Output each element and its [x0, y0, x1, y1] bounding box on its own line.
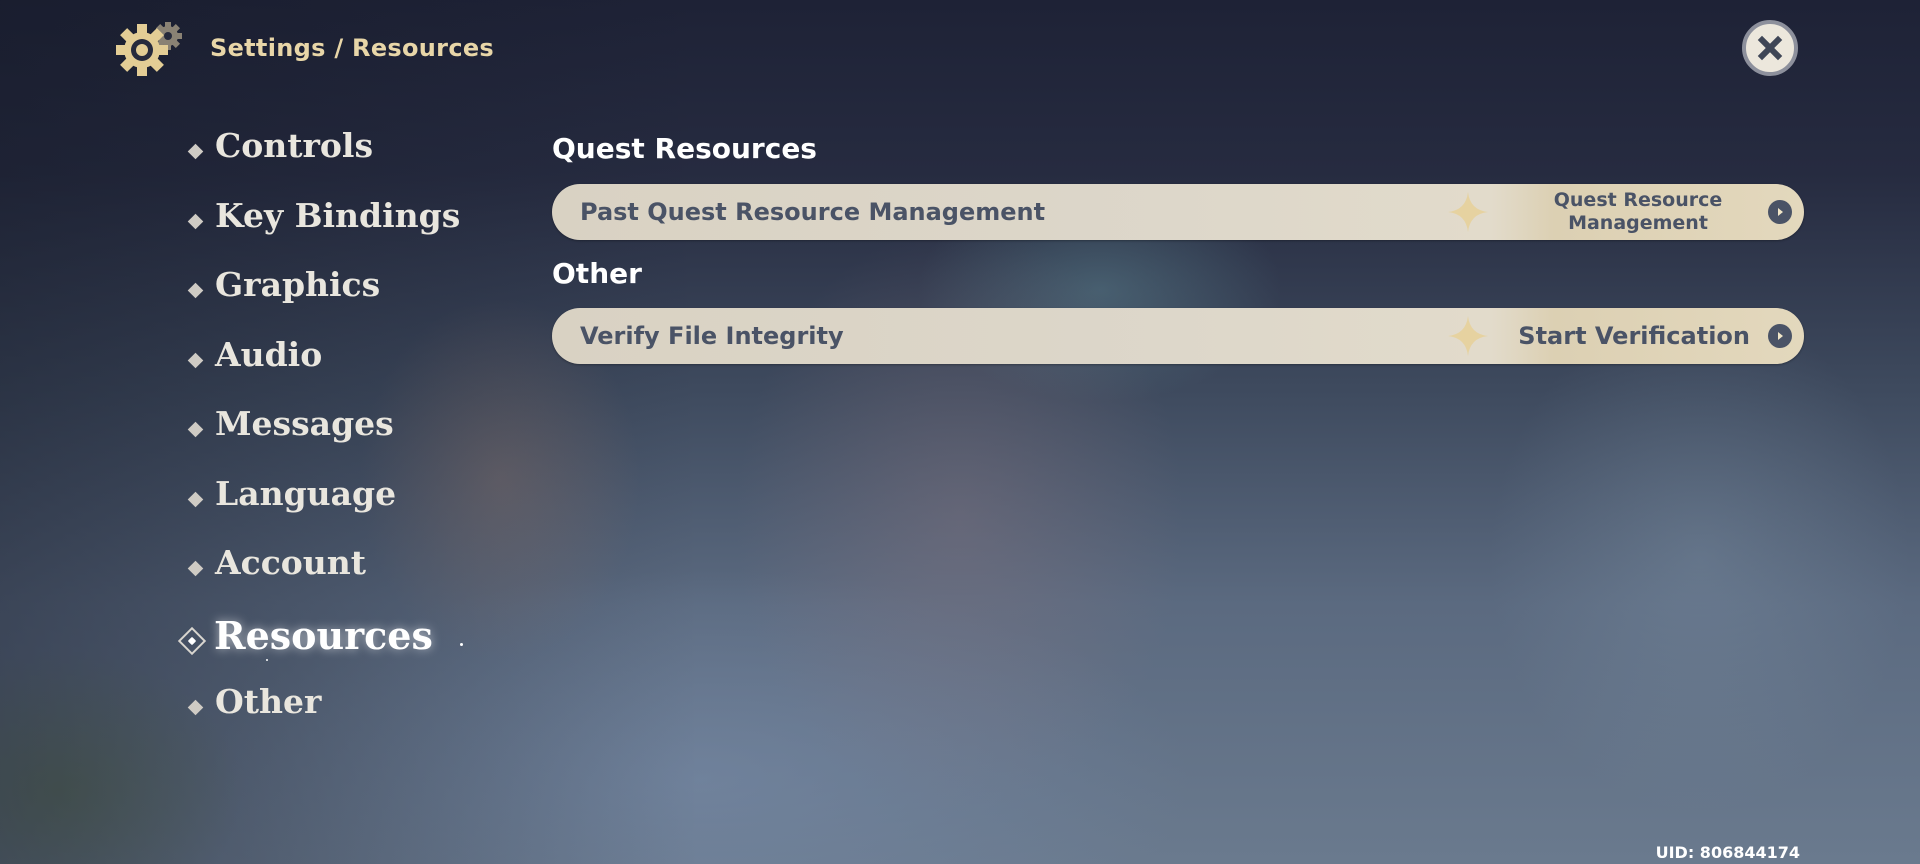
- close-icon: [1757, 35, 1783, 61]
- sidebar-item-resources[interactable]: Resources: [177, 612, 463, 683]
- arrow-right-circle-icon[interactable]: [1768, 200, 1792, 224]
- section-title-quest-resources: Quest Resources: [552, 132, 817, 165]
- sidebar-item-label: Other: [215, 682, 322, 721]
- sidebar-item-controls[interactable]: Controls: [186, 126, 460, 196]
- sidebar-item-graphics[interactable]: Graphics: [186, 265, 460, 335]
- diamond-bullet-icon: [187, 699, 204, 716]
- breadcrumb: Settings / Resources: [210, 34, 495, 62]
- sidebar-item-label: Key Bindings: [215, 195, 461, 235]
- settings-sidebar: Controls Key Bindings Graphics Audio Mes…: [177, 126, 463, 752]
- sidebar-item-label: Account: [215, 543, 367, 582]
- sidebar-item-label: Graphics: [215, 265, 381, 304]
- sidebar-item-other[interactable]: Other: [186, 682, 460, 752]
- diamond-bullet-icon: [187, 491, 204, 507]
- action-label-line: Quest Resource: [1553, 189, 1723, 211]
- start-verification-button[interactable]: Start Verification: [1518, 308, 1750, 364]
- section-title-other: Other: [552, 257, 642, 290]
- sidebar-item-label: Messages: [215, 404, 394, 443]
- settings-header: Settings / Resources: [112, 18, 494, 78]
- row-label: Verify File Integrity: [580, 322, 844, 350]
- star-decoration-icon: [1448, 316, 1488, 356]
- sidebar-item-label: Controls: [215, 126, 374, 165]
- sidebar-item-account[interactable]: Account: [186, 543, 460, 613]
- sparkle-decoration: [266, 658, 268, 661]
- gear-icon: [112, 18, 188, 78]
- sidebar-item-label: Audio: [215, 334, 323, 374]
- sidebar-item-messages[interactable]: Messages: [186, 404, 460, 474]
- sparkle-decoration: [460, 642, 463, 646]
- sidebar-item-audio[interactable]: Audio: [186, 335, 460, 405]
- past-quest-resource-management-row[interactable]: Past Quest Resource Management Quest Res…: [552, 184, 1804, 240]
- diamond-bullet-icon: [187, 213, 204, 229]
- diamond-bullet-icon: [187, 143, 204, 160]
- sidebar-item-language[interactable]: Language: [186, 474, 460, 544]
- diamond-bullet-icon: [187, 282, 204, 299]
- sidebar-item-label: Language: [215, 473, 397, 513]
- sidebar-item-label: Resources: [214, 612, 433, 658]
- arrow-right-circle-icon[interactable]: [1768, 324, 1792, 348]
- close-button[interactable]: [1742, 20, 1798, 76]
- diamond-bullet-icon: [187, 421, 204, 438]
- verify-file-integrity-row[interactable]: Verify File Integrity Start Verification: [552, 308, 1804, 364]
- uid-label: UID: 806844174: [1655, 843, 1800, 862]
- row-label: Past Quest Resource Management: [580, 198, 1046, 226]
- action-label-line: Management: [1568, 212, 1708, 234]
- star-decoration-icon: [1448, 192, 1488, 232]
- sidebar-item-key-bindings[interactable]: Key Bindings: [186, 196, 460, 266]
- quest-resource-management-button[interactable]: Quest Resource Management: [1538, 184, 1738, 240]
- diamond-bullet-icon: [187, 352, 204, 368]
- diamond-bullet-icon: [187, 560, 204, 577]
